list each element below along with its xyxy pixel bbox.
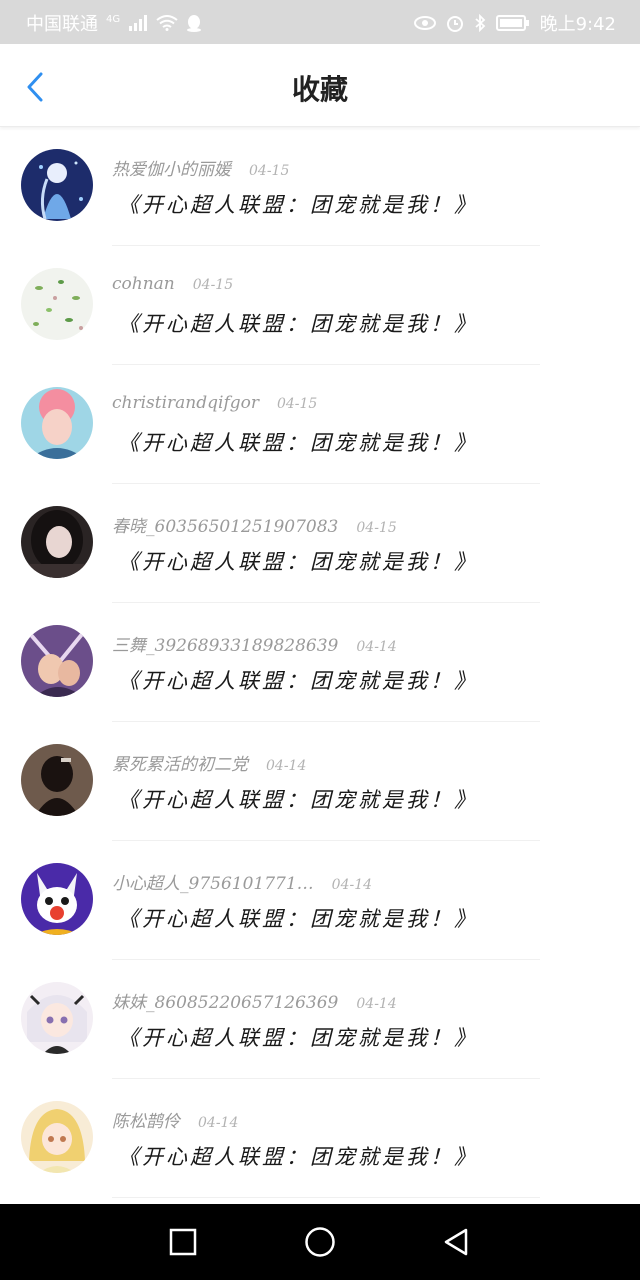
bluetooth-icon xyxy=(474,14,486,32)
content-title[interactable]: 《开心超人联盟：团宠就是我！》 xyxy=(118,903,478,933)
list-item[interactable]: christirandqifgor 04-15 《开心超人联盟：团宠就是我！》 xyxy=(0,365,640,484)
avatar[interactable] xyxy=(21,982,93,1054)
date-label: 04-14 xyxy=(198,1115,239,1131)
username[interactable]: christirandqifgor xyxy=(112,393,259,413)
carrier-label: 中国联通 xyxy=(26,14,98,35)
content-title[interactable]: 《开心超人联盟：团宠就是我！》 xyxy=(118,665,478,695)
avatar[interactable] xyxy=(21,387,93,459)
content-title[interactable]: 《开心超人联盟：团宠就是我！》 xyxy=(118,427,478,457)
avatar[interactable] xyxy=(21,863,93,935)
item-meta: 三舞_39268933189828639 04-14 xyxy=(112,631,397,656)
header: 收藏 xyxy=(0,44,640,127)
date-label: 04-15 xyxy=(356,520,397,536)
username[interactable]: 妹妹_86085220657126369 xyxy=(112,988,338,1013)
wifi-icon xyxy=(156,15,178,31)
avatar[interactable] xyxy=(21,268,93,340)
list-item[interactable]: 小心超人_9756101771… 04-14 《开心超人联盟：团宠就是我！》 xyxy=(0,841,640,960)
list-item[interactable]: 三舞_39268933189828639 04-14 《开心超人联盟：团宠就是我… xyxy=(0,603,640,722)
content-title[interactable]: 《开心超人联盟：团宠就是我！》 xyxy=(118,189,478,219)
content-title[interactable]: 《开心超人联盟：团宠就是我！》 xyxy=(118,1022,478,1052)
date-label: 04-15 xyxy=(192,277,234,293)
list-item[interactable]: 妹妹_86085220657126369 04-14 《开心超人联盟：团宠就是我… xyxy=(0,960,640,1079)
circle-icon xyxy=(305,1227,335,1257)
item-meta: cohnan 04-15 xyxy=(112,274,233,294)
qq-icon xyxy=(186,14,202,32)
triangle-back-icon xyxy=(444,1228,468,1256)
avatar[interactable] xyxy=(21,149,93,221)
content-title[interactable]: 《开心超人联盟：团宠就是我！》 xyxy=(118,1141,478,1171)
username[interactable]: 陈松鹊伶 xyxy=(112,1107,180,1132)
item-meta: 热爱伽小的丽媛 04-15 xyxy=(112,155,289,180)
network-label: 4G xyxy=(106,13,121,25)
date-label: 04-15 xyxy=(276,396,318,412)
avatar[interactable] xyxy=(21,1101,93,1173)
item-meta: 累死累活的初二党 04-14 xyxy=(112,750,306,775)
date-label: 04-14 xyxy=(331,877,373,893)
list-item[interactable]: 春晓_60356501251907083 04-15 《开心超人联盟：团宠就是我… xyxy=(0,484,640,603)
avatar[interactable] xyxy=(21,744,93,816)
username[interactable]: 累死累活的初二党 xyxy=(112,750,248,775)
list-item[interactable]: 累死累活的初二党 04-14 《开心超人联盟：团宠就是我！》 xyxy=(0,722,640,841)
status-bar: 中国联通 4G 晚上9:42 xyxy=(0,0,640,44)
username[interactable]: 小心超人_9756101771… xyxy=(112,869,314,894)
item-meta: 妹妹_86085220657126369 04-14 xyxy=(112,988,397,1013)
signal-icon xyxy=(128,15,148,31)
divider xyxy=(112,1197,540,1198)
recent-apps-button[interactable] xyxy=(163,1222,203,1262)
navigation-bar xyxy=(0,1204,640,1280)
content-title[interactable]: 《开心超人联盟：团宠就是我！》 xyxy=(118,784,478,814)
content-title[interactable]: 《开心超人联盟：团宠就是我！》 xyxy=(118,308,478,338)
square-icon xyxy=(169,1228,197,1256)
content-title[interactable]: 《开心超人联盟：团宠就是我！》 xyxy=(118,546,478,576)
eye-icon xyxy=(413,16,436,30)
time-label: 晚上9:42 xyxy=(539,14,616,35)
battery-icon xyxy=(495,15,530,31)
list-item[interactable]: cohnan 04-15 《开心超人联盟：团宠就是我！》 xyxy=(0,246,640,365)
home-button[interactable] xyxy=(300,1222,340,1262)
date-label: 04-14 xyxy=(356,639,397,655)
alarm-icon xyxy=(446,14,464,32)
username[interactable]: 三舞_39268933189828639 xyxy=(112,631,338,656)
item-meta: 春晓_60356501251907083 04-15 xyxy=(112,512,397,537)
item-meta: 陈松鹊伶 04-14 xyxy=(112,1107,238,1132)
date-label: 04-15 xyxy=(249,163,290,179)
list-item[interactable]: 热爱伽小的丽媛 04-15 《开心超人联盟：团宠就是我！》 xyxy=(0,127,640,246)
date-label: 04-14 xyxy=(266,758,307,774)
date-label: 04-14 xyxy=(356,996,397,1012)
username[interactable]: cohnan xyxy=(112,274,175,294)
avatar[interactable] xyxy=(21,625,93,697)
page-title: 收藏 xyxy=(291,73,348,106)
status-right: 晚上9:42 xyxy=(413,10,616,36)
username[interactable]: 春晓_60356501251907083 xyxy=(112,512,338,537)
username[interactable]: 热爱伽小的丽媛 xyxy=(112,155,231,180)
avatar[interactable] xyxy=(21,506,93,578)
item-meta: 小心超人_9756101771… 04-14 xyxy=(112,869,372,894)
favorites-list: 热爱伽小的丽媛 04-15 《开心超人联盟：团宠就是我！》 cohnan 04-… xyxy=(0,127,640,1198)
list-item[interactable]: 陈松鹊伶 04-14 《开心超人联盟：团宠就是我！》 xyxy=(0,1079,640,1198)
nav-back-button[interactable] xyxy=(436,1222,476,1262)
item-meta: christirandqifgor 04-15 xyxy=(112,393,317,413)
status-left: 中国联通 4G xyxy=(26,10,202,36)
